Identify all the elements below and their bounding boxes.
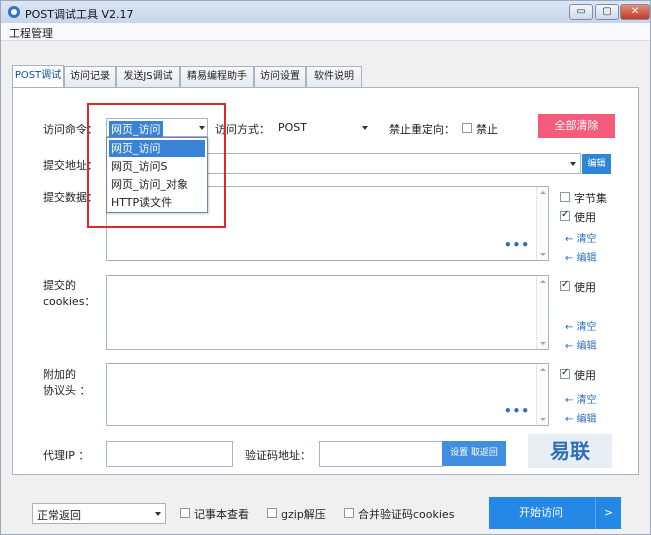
headers-scrollbar[interactable]: [536, 364, 548, 425]
close-button[interactable]: ✕: [620, 4, 650, 20]
method-select[interactable]: POST: [273, 118, 375, 137]
window-title: POST调试工具 V2.17: [25, 8, 134, 21]
data-use-label: 使用: [574, 211, 596, 224]
menu-bar: 工程管理: [1, 23, 650, 41]
app-logo-icon: [8, 6, 20, 18]
proxy-label: 代理IP ：: [43, 449, 90, 462]
data-more-icon[interactable]: •••: [504, 238, 530, 252]
chevron-down-icon[interactable]: [155, 512, 161, 516]
headers-use-checkbox[interactable]: [560, 367, 570, 379]
menu-project[interactable]: 工程管理: [9, 25, 53, 41]
tab-programming-helper[interactable]: 精易编程助手: [180, 66, 254, 88]
yilian-logo: 易联: [528, 434, 612, 468]
byteset-label: 字节集: [574, 192, 607, 205]
headers-use-label: 使用: [574, 369, 596, 382]
return-mode-value: 正常返回: [37, 509, 81, 522]
cookies-label-line1: 提交的: [43, 279, 76, 292]
headers-label-line2: 协议头 ：: [43, 384, 91, 397]
headers-more-icon[interactable]: •••: [504, 404, 530, 418]
data-edit-link[interactable]: ← 编辑: [565, 249, 597, 264]
headers-label-line1: 附加的: [43, 368, 76, 381]
headers-clear-link[interactable]: ← 清空: [565, 391, 597, 406]
tab-send-js-debug[interactable]: 发送JS调试: [116, 66, 180, 88]
data-scrollbar[interactable]: [536, 187, 548, 260]
method-select-value: POST: [278, 121, 307, 134]
proxy-input[interactable]: [106, 441, 233, 467]
return-mode-select[interactable]: 正常返回: [32, 503, 166, 524]
data-use-checkbox[interactable]: [560, 209, 570, 221]
title-bar: POST调试工具 V2.17 ▭ ▢ ✕: [1, 1, 650, 23]
tab-software-info[interactable]: 软件说明: [306, 66, 362, 88]
merge-cookies-label: 合并验证码cookies: [358, 508, 455, 521]
captcha-label: 验证码地址：: [245, 449, 311, 462]
tab-access-settings[interactable]: 访问设置: [254, 66, 306, 88]
start-access-label: 开始访问: [519, 506, 563, 519]
cookies-scrollbar[interactable]: [536, 276, 548, 349]
data-clear-link[interactable]: ← 清空: [565, 230, 597, 245]
notepad-checkbox[interactable]: [180, 508, 190, 518]
notepad-label: 记事本查看: [194, 508, 249, 521]
clear-all-button[interactable]: 全部清除: [538, 114, 615, 138]
red-highlight-box: [87, 103, 226, 228]
url-edit-button[interactable]: 编辑: [582, 154, 611, 174]
start-access-button[interactable]: 开始访问 >: [489, 497, 621, 529]
gzip-label: gzip解压: [281, 508, 326, 521]
merge-cookies-checkbox[interactable]: [344, 508, 354, 518]
tab-post-debug[interactable]: POST调试: [12, 65, 64, 88]
tab-access-log[interactable]: 访问记录: [64, 66, 116, 88]
headers-edit-link[interactable]: ← 编辑: [565, 410, 597, 425]
redirect-check-label: 禁止: [476, 123, 498, 136]
byteset-checkbox[interactable]: [560, 192, 570, 202]
cookies-use-label: 使用: [574, 281, 596, 294]
redirect-label: 禁止重定向：: [389, 123, 455, 136]
chevron-down-icon[interactable]: [570, 162, 576, 166]
cookies-label-line2: cookies：: [43, 295, 96, 308]
cookies-textarea[interactable]: [106, 275, 549, 350]
maximize-button[interactable]: ▢: [595, 4, 619, 20]
gzip-checkbox[interactable]: [267, 508, 277, 518]
captcha-input[interactable]: [319, 441, 443, 467]
headers-textarea[interactable]: •••: [106, 363, 549, 426]
cookies-edit-link[interactable]: ← 编辑: [565, 337, 597, 352]
cookies-use-checkbox[interactable]: [560, 279, 570, 291]
minimize-button[interactable]: ▭: [569, 4, 593, 20]
redirect-checkbox[interactable]: [462, 123, 472, 133]
chevron-right-icon[interactable]: >: [595, 497, 621, 529]
captcha-settings-button[interactable]: 设置 取返回: [442, 441, 506, 466]
chevron-down-icon[interactable]: [362, 126, 368, 130]
cookies-clear-link[interactable]: ← 清空: [565, 318, 597, 333]
